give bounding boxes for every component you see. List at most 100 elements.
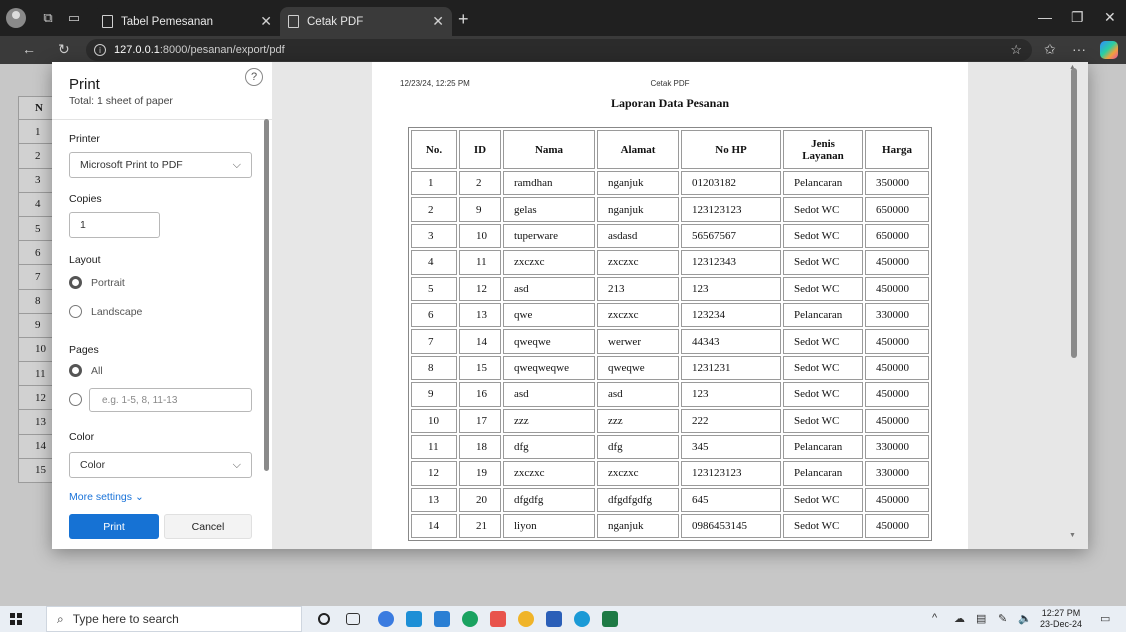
table-cell: asd	[503, 276, 595, 301]
vscode-icon[interactable]	[434, 611, 450, 627]
color-select[interactable]: Color ⌵	[69, 452, 252, 478]
scroll-down-icon[interactable]: ▼	[1069, 532, 1076, 539]
help-icon[interactable]: ?	[245, 68, 263, 86]
table-cell: liyon	[503, 514, 595, 539]
volume-icon[interactable]: 🔈	[1018, 612, 1032, 625]
app-icon[interactable]	[518, 611, 534, 627]
table-cell: zxczxc	[503, 250, 595, 275]
preview-scrollbar[interactable]	[1071, 68, 1077, 358]
table-cell: 8	[411, 355, 457, 381]
chrome-icon[interactable]	[462, 611, 478, 627]
search-icon: ⌕	[57, 611, 64, 626]
back-icon[interactable]: ←	[22, 41, 36, 57]
refresh-icon[interactable]: ↻	[58, 41, 70, 58]
table-cell: Sedot WC	[783, 355, 863, 381]
printer-value: Microsoft Print to PDF	[80, 159, 183, 171]
print-preview: 12/23/24, 12:25 PM Cetak PDF Laporan Dat…	[272, 62, 1088, 549]
dialog-footer: Print Cancel	[52, 504, 272, 549]
color-value: Color	[80, 459, 106, 471]
table-cell: 3	[411, 223, 457, 249]
close-window-icon[interactable]: ✕	[1104, 9, 1116, 26]
favorite-star-icon[interactable]: ☆	[1010, 42, 1022, 58]
favorites-icon[interactable]: ✩	[1044, 41, 1056, 58]
pages-range-input[interactable]: e.g. 1-5, 8, 11-13	[89, 388, 252, 412]
minimize-icon[interactable]: —	[1038, 9, 1052, 25]
app-icon[interactable]	[490, 611, 506, 627]
copies-label: Copies	[69, 193, 102, 205]
tab-cetak-pdf[interactable]: Cetak PDF ✕	[280, 7, 452, 36]
portrait-label: Portrait	[91, 276, 125, 289]
landscape-option[interactable]: Landscape	[69, 305, 142, 318]
taskbar-search[interactable]: ⌕ Type here to search	[46, 606, 302, 632]
notifications-icon[interactable]: ▭	[1100, 612, 1110, 625]
pen-icon[interactable]: ✎	[998, 612, 1007, 625]
tab-tabel-pemesanan[interactable]: Tabel Pemesanan ✕	[94, 7, 280, 36]
restore-icon[interactable]: ❐	[1071, 9, 1084, 26]
table-cell: 9	[411, 382, 457, 407]
table-cell: ramdhan	[503, 171, 595, 196]
radio-icon[interactable]	[69, 393, 82, 406]
tab-actions-icon[interactable]: ▭	[64, 8, 84, 28]
table-row: 11 18 dfg dfg 345 Pelancaran 330000	[411, 434, 929, 460]
column-header: Jenis Layanan	[783, 130, 863, 169]
table-cell: nganjuk	[597, 514, 679, 539]
table-cell: dfgdfg	[503, 487, 595, 513]
page-icon	[288, 15, 299, 28]
word-icon[interactable]	[546, 611, 562, 627]
cloud-icon[interactable]: ☁	[954, 612, 965, 625]
table-body: 1 2 ramdhan nganjuk 01203182 Pelancaran 350000…	[411, 171, 929, 539]
app-icon[interactable]	[378, 611, 394, 627]
table-cell: 450000	[865, 514, 929, 539]
pages-all-option[interactable]: All	[69, 364, 103, 377]
column-header: No.	[411, 130, 457, 169]
page-header-title: Cetak PDF	[650, 79, 690, 88]
table-row: 2 9 gelas nganjuk 123123123 Sedot WC 650000	[411, 197, 929, 222]
print-button[interactable]: Print	[69, 514, 159, 539]
table-cell: 21	[459, 514, 501, 539]
table-cell: 123234	[681, 302, 781, 328]
cortana-icon[interactable]	[318, 613, 330, 625]
portrait-option[interactable]: Portrait	[69, 276, 125, 289]
radio-icon[interactable]	[69, 305, 82, 318]
table-cell: 10	[459, 223, 501, 249]
table-row: 8 15 qweqweqwe qweqwe 1231231 Sedot WC 450000	[411, 355, 929, 381]
address-bar[interactable]: i 127.0.0.1 :8000/pesanan/export/pdf ☆	[86, 39, 1032, 61]
table-cell: tuperware	[503, 223, 595, 249]
radio-selected-icon[interactable]	[69, 364, 82, 377]
more-settings-link[interactable]: More settings ⌄	[69, 491, 144, 503]
file-explorer-icon[interactable]	[406, 611, 422, 627]
cancel-button[interactable]: Cancel	[164, 514, 252, 539]
radio-selected-icon[interactable]	[69, 276, 82, 289]
more-menu-icon[interactable]: ···	[1072, 41, 1086, 57]
windows-start-icon[interactable]	[10, 613, 22, 625]
table-cell: 19	[459, 461, 501, 486]
table-cell: 2	[459, 171, 501, 196]
table-cell: Sedot WC	[783, 408, 863, 433]
copilot-icon[interactable]	[1100, 41, 1118, 59]
network-icon[interactable]: ▤	[976, 612, 986, 625]
table-cell: 14	[411, 514, 457, 539]
sheet-count: Total: 1 sheet of paper	[69, 95, 173, 107]
copies-input[interactable]: 1	[69, 212, 160, 238]
close-tab-icon[interactable]: ✕	[260, 13, 272, 30]
profile-avatar[interactable]	[6, 8, 26, 28]
info-icon[interactable]: i	[94, 44, 106, 56]
table-cell: 345	[681, 434, 781, 460]
printer-select[interactable]: Microsoft Print to PDF ⌵	[69, 152, 252, 178]
print-dialog: Print Total: 1 sheet of paper ? Printer …	[52, 62, 1088, 549]
edge-icon[interactable]	[574, 611, 590, 627]
settings-scrollbar[interactable]	[264, 119, 269, 471]
excel-icon[interactable]	[602, 611, 618, 627]
close-tab-icon[interactable]: ✕	[432, 13, 444, 30]
table-cell: 650000	[865, 197, 929, 222]
task-view-icon[interactable]	[346, 613, 360, 625]
table-cell: qweqweqwe	[503, 355, 595, 381]
chevron-up-icon[interactable]: ^	[932, 612, 937, 624]
system-clock[interactable]: 12:27 PM 23-Dec-24	[1040, 608, 1082, 630]
workspaces-icon[interactable]: ⧉	[38, 8, 58, 28]
new-tab-icon[interactable]: +	[458, 9, 469, 30]
table-cell: zzz	[597, 408, 679, 433]
pages-custom-option[interactable]	[69, 393, 91, 406]
table-row: 1 2 ramdhan nganjuk 01203182 Pelancaran 350000	[411, 171, 929, 196]
table-cell: zxczxc	[597, 461, 679, 486]
